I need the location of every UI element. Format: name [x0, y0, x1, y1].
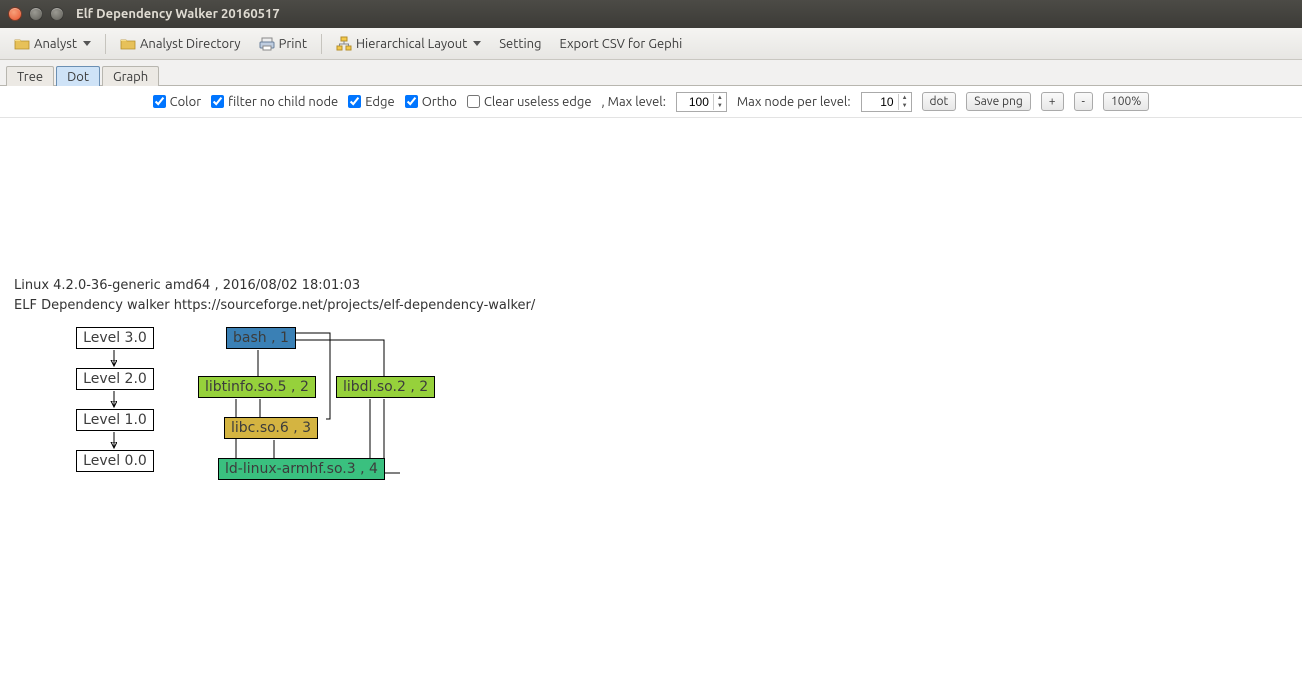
- dot-button[interactable]: dot: [922, 92, 957, 111]
- level-box-0: Level 0.0: [76, 450, 154, 472]
- setting-button[interactable]: Setting: [493, 35, 547, 53]
- zoom-out-button[interactable]: -: [1074, 92, 1093, 111]
- clear-label: Clear useless edge: [484, 95, 592, 109]
- layout-icon: [336, 36, 352, 52]
- folder-icon: [120, 36, 136, 52]
- tab-dot[interactable]: Dot: [56, 66, 100, 86]
- export-csv-button[interactable]: Export CSV for Gephi: [554, 35, 689, 53]
- hierarchical-layout-label: Hierarchical Layout: [356, 37, 467, 51]
- spinner-up-icon[interactable]: ▲: [899, 94, 911, 102]
- window-title: Elf Dependency Walker 20160517: [76, 7, 280, 21]
- level-box-3: Level 3.0: [76, 327, 154, 349]
- ortho-label: Ortho: [422, 95, 457, 109]
- node-libc[interactable]: libc.so.6 , 3: [224, 417, 318, 439]
- max-node-input[interactable]: [862, 95, 898, 109]
- print-label: Print: [279, 37, 307, 51]
- print-icon: [259, 36, 275, 52]
- node-libdl[interactable]: libdl.so.2 , 2: [336, 376, 435, 398]
- print-button[interactable]: Print: [253, 34, 313, 54]
- node-ldlinux[interactable]: ld-linux-armhf.so.3 , 4: [218, 458, 385, 480]
- color-checkbox[interactable]: Color: [153, 95, 202, 109]
- analyst-directory-button[interactable]: Analyst Directory: [114, 34, 247, 54]
- clear-checkbox[interactable]: Clear useless edge: [467, 95, 592, 109]
- tab-strip: Tree Dot Graph: [0, 62, 1302, 86]
- save-png-button[interactable]: Save png: [966, 92, 1030, 111]
- node-bash[interactable]: bash , 1: [226, 327, 296, 349]
- titlebar: Elf Dependency Walker 20160517: [0, 0, 1302, 28]
- meta-line-1: Linux 4.2.0-36-generic amd64 , 2016/08/0…: [14, 278, 360, 293]
- ortho-checkbox-input[interactable]: [405, 95, 418, 108]
- tab-graph[interactable]: Graph: [102, 66, 159, 86]
- zoom-in-button[interactable]: +: [1041, 92, 1064, 111]
- spinner-up-icon[interactable]: ▲: [714, 94, 726, 102]
- color-checkbox-input[interactable]: [153, 95, 166, 108]
- export-csv-label: Export CSV for Gephi: [560, 37, 683, 51]
- maximize-icon[interactable]: [50, 7, 64, 21]
- max-level-input[interactable]: [677, 95, 713, 109]
- edge-label: Edge: [365, 95, 394, 109]
- hierarchical-layout-menu[interactable]: Hierarchical Layout: [330, 34, 487, 54]
- analyst-directory-label: Analyst Directory: [140, 37, 241, 51]
- level-box-2: Level 2.0: [76, 368, 154, 390]
- minimize-icon[interactable]: [29, 7, 43, 21]
- max-level-spinner[interactable]: ▲▼: [676, 92, 727, 112]
- window-controls: [8, 7, 64, 21]
- ortho-checkbox[interactable]: Ortho: [405, 95, 457, 109]
- spinner-down-icon[interactable]: ▼: [899, 102, 911, 110]
- zoom-level-button[interactable]: 100%: [1103, 92, 1149, 111]
- chevron-down-icon: [83, 41, 91, 46]
- tab-tree[interactable]: Tree: [6, 66, 54, 86]
- filter-label: filter no child node: [228, 95, 338, 109]
- max-node-label: Max node per level:: [737, 95, 851, 109]
- max-node-spinner[interactable]: ▲▼: [861, 92, 912, 112]
- max-level-label: , Max level:: [602, 95, 666, 109]
- filter-checkbox[interactable]: filter no child node: [211, 95, 338, 109]
- edges-layer: [0, 118, 1302, 683]
- separator: [321, 34, 322, 54]
- spinner-down-icon[interactable]: ▼: [714, 102, 726, 110]
- filter-checkbox-input[interactable]: [211, 95, 224, 108]
- graph-canvas[interactable]: Linux 4.2.0-36-generic amd64 , 2016/08/0…: [0, 118, 1302, 683]
- level-box-1: Level 1.0: [76, 409, 154, 431]
- clear-checkbox-input[interactable]: [467, 95, 480, 108]
- node-libtinfo[interactable]: libtinfo.so.5 , 2: [198, 376, 316, 398]
- meta-line-2: ELF Dependency walker https://sourceforg…: [14, 298, 535, 313]
- analyst-menu[interactable]: Analyst: [8, 34, 97, 54]
- option-bar: Color filter no child node Edge Ortho Cl…: [0, 86, 1302, 118]
- edge-checkbox[interactable]: Edge: [348, 95, 394, 109]
- toolbar: Analyst Analyst Directory Print Hierarch…: [0, 28, 1302, 60]
- color-label: Color: [170, 95, 202, 109]
- separator: [105, 34, 106, 54]
- folder-icon: [14, 36, 30, 52]
- analyst-label: Analyst: [34, 37, 77, 51]
- setting-label: Setting: [499, 37, 541, 51]
- chevron-down-icon: [473, 41, 481, 46]
- edge-checkbox-input[interactable]: [348, 95, 361, 108]
- close-icon[interactable]: [8, 7, 22, 21]
